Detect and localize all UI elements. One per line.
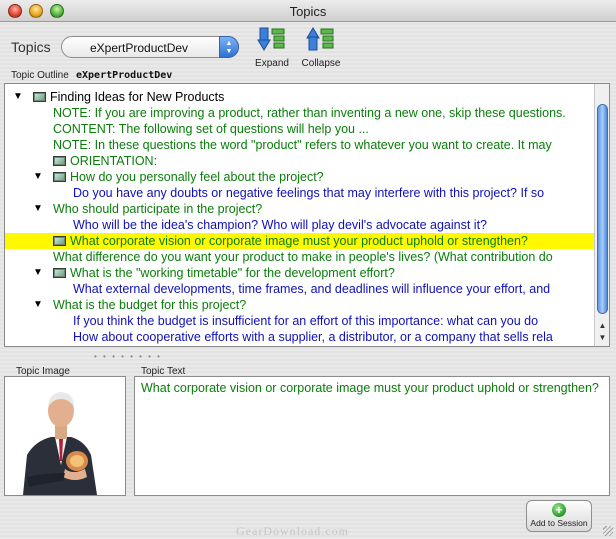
outline-row[interactable]: What difference do you want your product… — [5, 249, 595, 265]
outline-row[interactable]: Do you have any doubts or negative feeli… — [5, 185, 595, 201]
collapse-button[interactable]: Collapse — [297, 26, 345, 69]
disclosure-triangle-icon[interactable]: ▼ — [33, 297, 43, 313]
watermark: GearDownload.com — [236, 524, 349, 538]
disclosure-triangle-icon[interactable]: ▼ — [33, 169, 43, 185]
resize-grip-icon[interactable] — [603, 526, 613, 536]
topic-outline-name: eXpertProductDev — [76, 70, 173, 81]
outline-row-text: NOTE: If you are improving a product, ra… — [53, 106, 566, 120]
scroll-up-arrow-icon[interactable]: ▲ — [595, 320, 609, 332]
topic-picture-icon — [53, 156, 66, 166]
outline-row-text: How about cooperative efforts with a sup… — [73, 330, 553, 344]
topic-select-value: eXpertProductDev — [90, 41, 189, 55]
outline-row[interactable]: ▼ How do you personally feel about the pr… — [5, 169, 595, 185]
topic-outline-pane[interactable]: ▼ Finding Ideas for New Products NOTE: If … — [4, 83, 610, 347]
outline-row-text: What corporate vision or corporate image… — [70, 234, 528, 248]
outline-row[interactable]: NOTE: In these questions the word "produ… — [5, 137, 595, 153]
topic-select[interactable]: eXpertProductDev ▲ ▼ — [61, 36, 239, 58]
vertical-scrollbar[interactable]: ▲ ▼ — [594, 84, 609, 346]
outline-row[interactable]: If you think the budget is insufficient … — [5, 313, 595, 329]
outline-row-text: ORIENTATION: — [70, 154, 158, 168]
businessman-holding-globe-image — [5, 377, 125, 495]
outline-row-text: How do you personally feel about the pro… — [70, 170, 324, 184]
topics-window: Topics Topics eXpertProductDev ▲ ▼ Expand… — [0, 0, 616, 539]
expand-button[interactable]: Expand — [248, 26, 296, 69]
outline-row-text: If you think the budget is insufficient … — [73, 314, 539, 328]
outline-row-text: What is the budget for this project? — [53, 298, 247, 312]
pane-splitter-handle[interactable]: • • • • • • • • — [90, 353, 166, 361]
topics-label: Topics — [11, 39, 51, 55]
outline-row-text: What is the "working timetable" for the … — [70, 266, 395, 280]
outline-row[interactable]: ▼ Finding Ideas for New Products — [5, 89, 595, 105]
title-bar[interactable]: Topics — [0, 0, 616, 22]
window-title: Topics — [289, 4, 327, 19]
expand-icon — [257, 27, 285, 51]
outline-row[interactable]: CONTENT: The following set of questions … — [5, 121, 595, 137]
add-to-session-label: Add to Session — [530, 518, 588, 528]
outline-row[interactable]: NOTE: If you are improving a product, ra… — [5, 105, 595, 121]
outline-row-text: Do you have any doubts or negative feeli… — [73, 186, 545, 200]
topic-text-area[interactable]: What corporate vision or corporate image… — [134, 376, 610, 496]
outline-row-text: What external developments, time frames,… — [73, 282, 551, 296]
add-to-session-button[interactable]: + Add to Session — [526, 500, 592, 532]
outline-row[interactable]: What external developments, time frames,… — [5, 281, 595, 297]
disclosure-triangle-icon[interactable]: ▼ — [33, 265, 43, 281]
topic-picture-icon — [53, 236, 66, 246]
up-down-arrows-icon: ▲ ▼ — [219, 36, 239, 58]
scroll-down-arrow-icon[interactable]: ▼ — [595, 332, 609, 344]
collapse-label: Collapse — [301, 58, 341, 69]
outline-row[interactable]: ▼ What is the "working timetable" for the… — [5, 265, 595, 281]
outline-row-text: NOTE: In these questions the word "produ… — [53, 138, 552, 152]
outline-row[interactable]: How about cooperative efforts with a sup… — [5, 329, 595, 345]
disclosure-triangle-icon[interactable]: ▼ — [33, 201, 43, 217]
topic-picture-icon — [53, 172, 66, 182]
outline-row[interactable]: ▼ What is the budget for this project? — [5, 297, 595, 313]
outline-row-text: What difference do you want your product… — [53, 250, 553, 264]
scrollbar-thumb[interactable] — [597, 104, 608, 314]
outline-row-text: CONTENT: The following set of questions … — [53, 122, 369, 136]
outline-row-text: Who should participate in the project? — [53, 202, 263, 216]
topic-picture-icon — [53, 268, 66, 278]
outline-row-text: Finding Ideas for New Products — [50, 90, 225, 104]
collapse-icon — [306, 27, 334, 51]
disclosure-triangle-icon[interactable]: ▼ — [13, 89, 23, 105]
topic-image-pane — [4, 376, 126, 496]
outline-row-selected[interactable]: What corporate vision or corporate image… — [5, 233, 595, 249]
expand-label: Expand — [255, 58, 289, 69]
outline-row-text: Who will be the idea's champion? Who wil… — [73, 218, 488, 232]
topic-picture-icon — [33, 92, 46, 102]
topic-outline-caption: Topic Outline — [11, 70, 69, 81]
outline-row[interactable]: Who will be the idea's champion? Who wil… — [5, 217, 595, 233]
add-plus-icon: + — [552, 503, 566, 517]
outline-row[interactable]: ▼ Who should participate in the project? — [5, 201, 595, 217]
outline-row[interactable]: ORIENTATION: — [5, 153, 595, 169]
